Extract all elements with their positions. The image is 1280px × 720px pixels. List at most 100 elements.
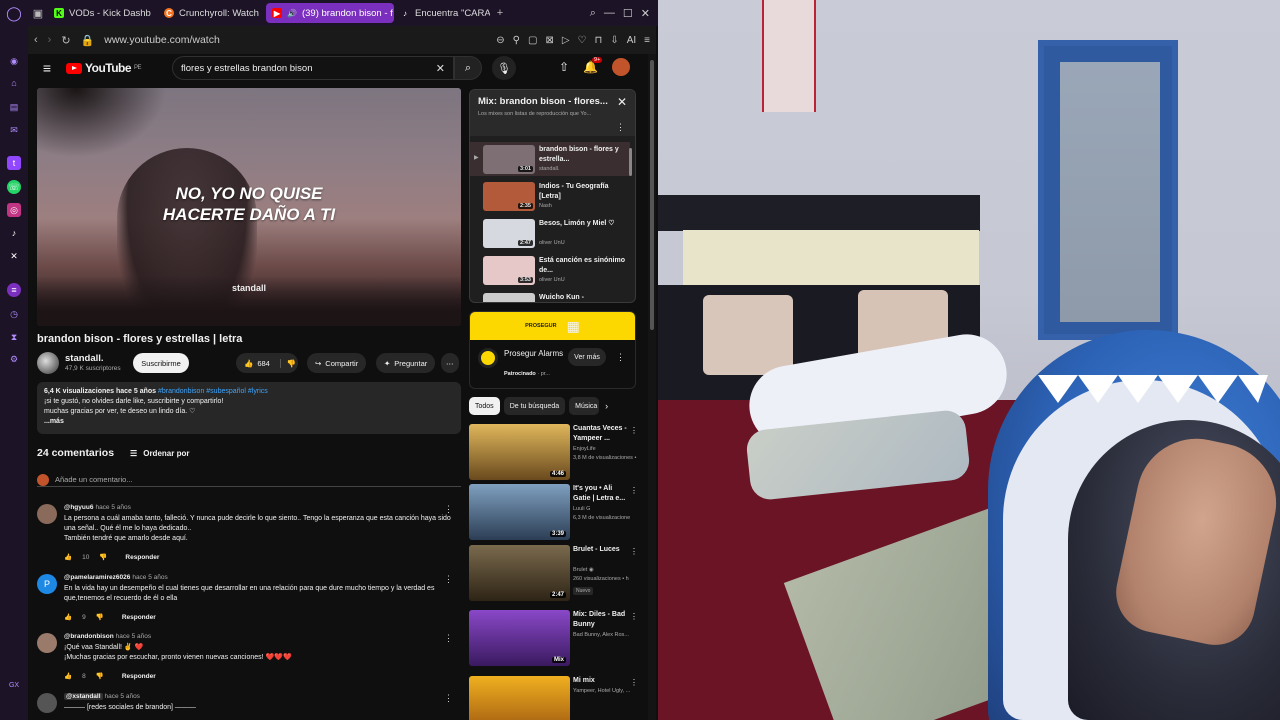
description-tags[interactable]: #brandonbison #subespañol #lyrics <box>158 388 268 395</box>
player-icon[interactable]: ▷ <box>562 35 570 46</box>
x-icon[interactable]: ✕ <box>7 249 21 263</box>
search-button[interactable]: ⌕ <box>454 56 482 80</box>
video-channel[interactable]: EnjoyLife <box>573 446 637 452</box>
maximize-icon[interactable]: ☐ <box>623 7 633 20</box>
settings-icon[interactable]: ⚙ <box>7 352 21 366</box>
heart-icon[interactable]: ♡ <box>578 35 587 46</box>
ai-label[interactable]: AI <box>627 35 636 46</box>
account-avatar[interactable] <box>612 58 630 76</box>
hamburger-menu-icon[interactable]: ≡ <box>28 60 66 76</box>
reply-button[interactable]: Responder <box>122 614 156 621</box>
zoom-icon[interactable]: ⊖ <box>496 35 504 46</box>
clear-search-icon[interactable]: ✕ <box>436 62 445 75</box>
playlist-item[interactable]: Wuicho Kun - <box>470 290 630 302</box>
video-title[interactable]: Mi mix <box>573 676 629 686</box>
reply-button[interactable]: Responder <box>125 554 159 561</box>
vpn-icon[interactable]: ⊠ <box>545 35 553 46</box>
upload-icon[interactable]: ⇧ <box>559 60 569 74</box>
comment-like-icon[interactable]: 👍 <box>64 672 72 680</box>
video-description[interactable]: 6,4 K visualizaciones hace 5 años #brand… <box>37 382 461 434</box>
recommended-video[interactable]: 4:46 Cuantas Veces - Yampeer ... EnjoyLi… <box>469 424 639 482</box>
comment-more-icon[interactable]: ⋮ <box>444 693 453 704</box>
video-more-icon[interactable]: ⋮ <box>630 612 638 621</box>
search-input[interactable]: flores y estrellas brandon bison ✕ <box>172 56 454 80</box>
comment-like-icon[interactable]: 👍 <box>64 613 72 621</box>
instagram-icon[interactable]: ◎ <box>7 203 21 217</box>
ad-title[interactable]: Prosegur Alarms <box>504 349 564 359</box>
clock-icon[interactable]: ⧗ <box>7 330 21 344</box>
video-thumbnail[interactable]: 3:39 <box>469 484 570 540</box>
recommended-video[interactable]: 3:39 It's you • Ali Gatie | Letra e... L… <box>469 484 639 542</box>
playlist-item[interactable]: ▶ 3:01 brandon bison - flores y estrella… <box>470 142 630 176</box>
search-tabs-icon[interactable]: ⌕ <box>590 7 596 20</box>
video-channel[interactable]: Brulet ◉ <box>573 567 637 573</box>
comment-author[interactable]: @pamelaramirez6026 hace 5 años <box>64 574 168 581</box>
video-more-icon[interactable]: ⋮ <box>630 547 638 556</box>
minimize-icon[interactable]: — <box>604 7 615 20</box>
url-field[interactable]: www.youtube.com/watch <box>104 34 486 46</box>
pin-icon[interactable]: ⚲ <box>513 35 520 46</box>
comment-author-avatar[interactable] <box>37 693 57 713</box>
wallet-icon[interactable]: ⊓ <box>595 35 603 46</box>
comment-like-icon[interactable]: 👍 <box>64 553 72 561</box>
video-more-icon[interactable]: ⋮ <box>630 678 638 687</box>
notifications-button[interactable]: 🔔 9+ <box>583 57 603 74</box>
comment-more-icon[interactable]: ⋮ <box>444 633 453 644</box>
back-icon[interactable]: ‹ <box>34 34 38 46</box>
gx-label[interactable]: GX <box>7 678 21 692</box>
speed-dial-icon[interactable]: ⌂ <box>7 76 21 90</box>
ask-button[interactable]: ✦ Preguntar <box>376 353 436 373</box>
scroll-thumb[interactable] <box>650 60 654 330</box>
music-icon[interactable]: ≡ <box>7 283 21 297</box>
menu-icon[interactable]: ≡ <box>644 35 650 46</box>
playlist-item[interactable]: 2:35 Indios - Tu Geografía [Letra] Nash <box>470 179 630 213</box>
playlist-more-icon[interactable]: ⋮ <box>616 122 625 133</box>
bookmarks-icon[interactable]: ▤ <box>7 100 21 114</box>
comment-more-icon[interactable]: ⋮ <box>444 574 453 585</box>
video-title[interactable]: It's you • Ali Gatie | Letra e... <box>573 484 629 504</box>
reload-icon[interactable]: ↻ <box>61 34 70 47</box>
video-thumbnail[interactable]: 2:47 <box>469 545 570 601</box>
history-icon[interactable]: ◷ <box>7 307 21 321</box>
tab-youtube[interactable]: ▶ 🔊 (39) brandon bison - f <box>266 3 394 23</box>
sponsored-ad[interactable]: PROSEGUR ▦ Prosegur Alarms Patrocinado ·… <box>469 311 636 389</box>
more-actions-button[interactable]: ⋯ <box>441 353 459 373</box>
lock-icon[interactable]: 🔒 <box>81 34 95 47</box>
comment-author-avatar[interactable] <box>37 504 57 524</box>
playlist-item[interactable]: 3:53 Está canción es sinónimo de... oliv… <box>470 253 630 287</box>
add-comment-input[interactable]: Añade un comentario... <box>37 473 461 487</box>
video-player[interactable]: NO, YO NO QUISE HACERTE DAÑO A TI standa… <box>37 88 461 326</box>
chip-from-search[interactable]: De tu búsqueda <box>503 397 566 415</box>
aria-icon[interactable]: ◉ <box>7 54 21 68</box>
thumbs-down-icon[interactable]: 👎 <box>279 358 296 368</box>
download-icon[interactable]: ⇩ <box>610 35 618 46</box>
subscribe-button[interactable]: Suscribirme <box>133 353 189 373</box>
channel-avatar[interactable] <box>37 352 59 374</box>
ad-banner[interactable]: PROSEGUR ▦ <box>470 312 635 340</box>
messenger-icon[interactable]: ✉ <box>7 123 21 137</box>
advertiser-logo[interactable] <box>478 348 498 368</box>
close-playlist-icon[interactable]: ✕ <box>617 95 627 109</box>
twitch-icon[interactable]: t <box>7 156 21 170</box>
chip-music[interactable]: Música <box>569 397 600 415</box>
video-more-icon[interactable]: ⋮ <box>630 486 638 495</box>
youtube-logo[interactable]: YouTube PE <box>66 61 142 75</box>
video-title[interactable]: Mix: Diles - Bad Bunny <box>573 610 629 630</box>
video-title[interactable]: Brulet - Luces <box>573 545 629 555</box>
reply-button[interactable]: Responder <box>122 673 156 680</box>
whatsapp-icon[interactable]: ☏ <box>7 180 21 194</box>
recommended-mix[interactable]: Mix Mix: Diles - Bad Bunny Bad Bunny, Al… <box>469 610 639 668</box>
chips-next-icon[interactable]: › <box>605 401 608 411</box>
video-channel[interactable]: Luuli G <box>573 506 637 512</box>
tiktok-icon[interactable]: ♪ <box>7 226 21 240</box>
thumbs-up-icon[interactable]: 👍 <box>244 359 253 368</box>
sort-comments-button[interactable]: ☰ Ordenar por <box>130 449 189 458</box>
video-thumbnail[interactable] <box>469 676 570 720</box>
ad-cta-button[interactable]: Ver más <box>568 348 606 366</box>
close-window-icon[interactable]: ✕ <box>641 7 650 20</box>
new-tab-icon[interactable]: + <box>490 0 510 26</box>
snapshot-icon[interactable]: ▢ <box>528 35 537 46</box>
recommended-video[interactable]: 2:47 Brulet - Luces Brulet ◉ 260 visuali… <box>469 545 639 603</box>
tab-tiktok[interactable]: ♪ Encuentra "CARA D <box>394 3 490 23</box>
tab-list-icon[interactable]: ▣ <box>28 0 48 26</box>
